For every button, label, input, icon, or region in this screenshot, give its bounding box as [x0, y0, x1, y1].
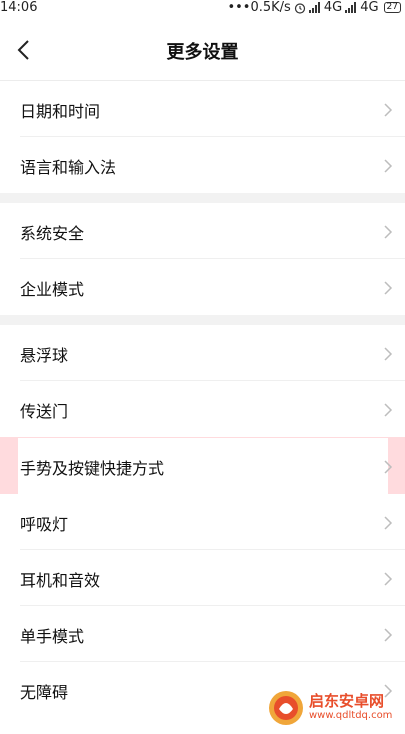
network-type-1: 4G	[323, 0, 343, 15]
settings-item-label: 传送门	[20, 402, 69, 421]
chevron-right-icon	[384, 159, 393, 173]
settings-item-date-time[interactable]: 日期和时间	[0, 81, 405, 137]
chevron-right-icon	[384, 103, 393, 117]
settings-item-label: 手势及按键快捷方式	[20, 459, 165, 478]
status-right: •••0.5K/s 4G 4G 27	[227, 0, 401, 15]
settings-item-label: 耳机和音效	[20, 571, 101, 590]
watermark-url: www.qdltdq.com	[309, 710, 393, 721]
settings-item-gesture-shortcuts[interactable]: 手势及按键快捷方式	[0, 438, 405, 494]
group-separator	[0, 193, 405, 203]
alarm-icon	[294, 2, 305, 14]
chevron-right-icon	[384, 572, 393, 586]
watermark-name: 启东安卓网	[309, 692, 385, 710]
chevron-right-icon	[384, 281, 393, 295]
status-bar: 14:06 •••0.5K/s 4G 4G 27	[0, 0, 405, 18]
chevron-right-icon	[384, 516, 393, 530]
page-title: 更多设置	[166, 42, 239, 63]
settings-item-label: 日期和时间	[20, 102, 101, 121]
chevron-right-icon	[384, 628, 393, 642]
watermark-logo: 启东安卓网 www.qdltdq.com	[267, 688, 399, 728]
status-time: 14:06	[0, 0, 38, 15]
chevron-right-icon	[384, 460, 393, 474]
settings-item-label: 呼吸灯	[20, 515, 69, 534]
settings-item-one-hand-mode[interactable]: 单手模式	[0, 606, 405, 662]
network-speed: •••0.5K/s	[227, 0, 291, 15]
group-separator	[0, 315, 405, 325]
settings-item-label: 企业模式	[20, 280, 85, 299]
title-bar: 更多设置	[0, 18, 405, 81]
settings-item-system-security[interactable]: 系统安全	[0, 203, 405, 259]
settings-item-label: 系统安全	[20, 224, 85, 243]
settings-item-label: 无障碍	[20, 683, 69, 702]
settings-item-breathing-light[interactable]: 呼吸灯	[0, 494, 405, 550]
settings-item-label: 单手模式	[20, 627, 85, 646]
chevron-right-icon	[384, 347, 393, 361]
settings-item-portal[interactable]: 传送门	[0, 381, 405, 437]
signal-icon	[308, 2, 320, 13]
chevron-right-icon	[384, 225, 393, 239]
settings-item-language-input[interactable]: 语言和输入法	[0, 137, 405, 193]
network-type-2: 4G	[360, 0, 379, 15]
settings-item-headset-audio[interactable]: 耳机和音效	[0, 550, 405, 606]
watermark-logo-icon	[269, 691, 303, 725]
settings-item-label: 悬浮球	[20, 346, 69, 365]
settings-item-label: 语言和输入法	[20, 158, 117, 177]
battery-icon: 27	[383, 2, 401, 13]
signal-icon-2	[345, 2, 357, 13]
settings-item-floating-ball[interactable]: 悬浮球	[0, 325, 405, 381]
settings-item-enterprise-mode[interactable]: 企业模式	[0, 259, 405, 315]
chevron-right-icon	[384, 403, 393, 417]
